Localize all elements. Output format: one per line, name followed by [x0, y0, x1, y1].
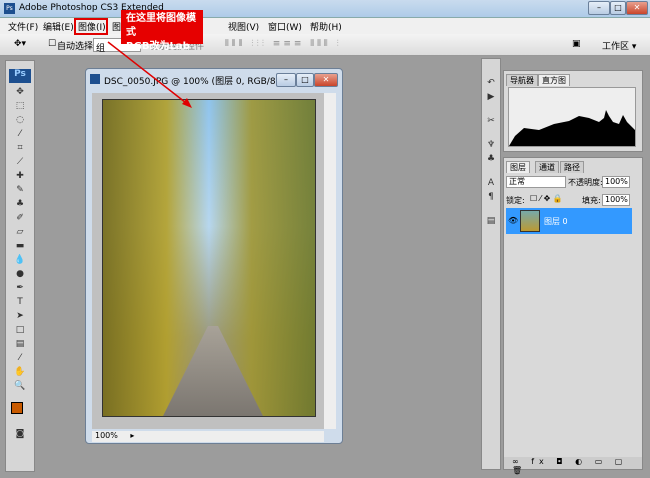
hand-tool-icon[interactable]: ✋: [12, 366, 28, 378]
zoom-tool-icon[interactable]: 🔍: [12, 380, 28, 392]
options-bar: ✥▾ ☐ 自动选择: 组 显示变换控件 ⫴⫴⫴ ⫶⫶⫶ ≡≡≡ ⫴⫴⫴ ⫶ ▣ …: [0, 34, 650, 56]
eraser-tool-icon[interactable]: ▱: [12, 226, 28, 238]
fill-label: 填充:: [582, 196, 601, 205]
move-tool-icon[interactable]: ✥▾: [14, 39, 26, 49]
opacity-field[interactable]: 100%: [602, 176, 630, 188]
fill-field[interactable]: 100%: [602, 194, 630, 206]
tab-navigator[interactable]: 导航器: [506, 74, 538, 86]
tab-paths[interactable]: 路径: [560, 161, 584, 173]
clone-source-icon[interactable]: ♣: [483, 153, 499, 165]
move-tool-icon[interactable]: ✥: [12, 86, 28, 98]
menu-file[interactable]: 文件(F): [8, 20, 38, 33]
title-bar: Ps Adobe Photoshop CS3 Extended – □ ✕: [0, 0, 650, 18]
color-swatches[interactable]: [6, 400, 34, 426]
canvas-area[interactable]: [92, 93, 324, 429]
layer-comps-icon[interactable]: ▤: [483, 215, 499, 227]
maximize-button[interactable]: □: [610, 1, 626, 15]
menu-layer[interactable]: 图: [112, 20, 121, 33]
callout-line-2: RGB改为Lab: [126, 41, 190, 52]
group-value: 组: [96, 44, 106, 54]
bridge-icon[interactable]: ▣: [572, 39, 581, 49]
tab-histogram[interactable]: 直方图: [538, 74, 570, 86]
workspace-button[interactable]: 工作区 ▾: [602, 39, 636, 52]
path-select-icon[interactable]: ➤: [12, 310, 28, 322]
layer-name[interactable]: 图层 0: [544, 216, 568, 227]
brush-tool-icon[interactable]: ✎: [12, 184, 28, 196]
dodge-tool-icon[interactable]: ●: [12, 268, 28, 280]
blend-mode-value: 正常: [509, 177, 525, 186]
paragraph-icon[interactable]: ¶: [483, 191, 499, 203]
histogram-panel: 导航器 直方图: [503, 70, 643, 152]
ps-app-icon: Ps: [4, 3, 15, 14]
panel-icon-strip: ↶ ▶ ✂ ♆ ♣ A ¶ ▤: [481, 58, 501, 470]
actions-icon[interactable]: ▶: [483, 91, 499, 103]
document-title: DSC_0050.JPG @ 100% (图层 0, RGB/8): [104, 77, 280, 87]
layers-panel: 图层 通道 路径 正常 不透明度: 100% 锁定: ☐ ⁄ ✥ 🔒 填充: 1…: [503, 157, 643, 475]
tab-layers[interactable]: 图层: [506, 161, 530, 173]
status-menu-icon[interactable]: ▸: [130, 431, 134, 440]
callout-line-1: 在这里将图像模式: [126, 13, 196, 38]
clone-stamp-icon[interactable]: ♣: [12, 198, 28, 210]
status-bar: 100% ▸: [92, 431, 324, 442]
menu-view[interactable]: 视图(V): [228, 20, 259, 33]
menu-edit[interactable]: 编辑(E): [43, 20, 74, 33]
layers-footer-buttons[interactable]: ∞ fx ◘ ◐ ▭ ▢ 🗑: [504, 457, 642, 475]
histogram-shape: [509, 110, 635, 146]
pen-tool-icon[interactable]: ✒: [12, 282, 28, 294]
tool-presets-icon[interactable]: ✂: [483, 115, 499, 127]
close-button[interactable]: ✕: [626, 1, 648, 15]
zoom-level[interactable]: 100%: [92, 431, 118, 440]
shape-tool-icon[interactable]: □: [12, 324, 28, 336]
annotation-callout: 在这里将图像模式 RGB改为Lab: [121, 10, 203, 52]
magic-wand-icon[interactable]: ⁄: [12, 128, 28, 140]
healing-brush-icon[interactable]: ✚: [12, 170, 28, 182]
lasso-tool-icon[interactable]: ◌: [12, 114, 28, 126]
doc-minimize-button[interactable]: –: [276, 73, 296, 87]
marquee-tool-icon[interactable]: ⬚: [12, 100, 28, 112]
character-icon[interactable]: A: [483, 177, 499, 189]
image-menu-highlight: [74, 18, 108, 35]
crop-tool-icon[interactable]: ⌗: [12, 142, 28, 154]
doc-maximize-button[interactable]: □: [296, 73, 314, 87]
type-tool-icon[interactable]: T: [12, 296, 28, 308]
auto-select-label: 自动选择:: [57, 42, 97, 52]
lock-label: 锁定:: [506, 196, 525, 205]
brushes-icon[interactable]: ♆: [483, 139, 499, 151]
visibility-eye-icon[interactable]: 👁: [508, 216, 518, 225]
doc-close-button[interactable]: ✕: [314, 73, 338, 87]
road: [163, 326, 263, 416]
blur-tool-icon[interactable]: 💧: [12, 254, 28, 266]
layer-thumbnail: [520, 210, 540, 232]
eyedropper-icon[interactable]: ⁄: [12, 352, 28, 364]
lock-icons[interactable]: ☐ ⁄ ✥ 🔒: [530, 194, 563, 203]
menu-help[interactable]: 帮助(H): [310, 20, 342, 33]
align-buttons[interactable]: ⫴⫴⫴ ⫶⫶⫶ ≡≡≡ ⫴⫴⫴ ⫶: [225, 39, 342, 49]
ps-logo: Ps: [9, 69, 31, 83]
quick-mask-icon[interactable]: ◙: [12, 428, 28, 440]
history-brush-icon[interactable]: ✐: [12, 212, 28, 224]
layer-row[interactable]: 👁 图层 0: [506, 208, 632, 234]
document-window: DSC_0050.JPG @ 100% (图层 0, RGB/8) – □ ✕ …: [85, 68, 343, 444]
blend-mode-dropdown[interactable]: 正常: [506, 176, 566, 188]
minimize-button[interactable]: –: [588, 1, 610, 15]
photo-tree-lined-road: [102, 99, 316, 417]
tab-channels[interactable]: 通道: [535, 161, 559, 173]
notes-tool-icon[interactable]: ▤: [12, 338, 28, 350]
slice-tool-icon[interactable]: ⟋: [12, 156, 28, 168]
gradient-tool-icon[interactable]: ▬: [12, 240, 28, 252]
menu-window[interactable]: 窗口(W): [268, 20, 302, 33]
toolbox: Ps ✥ ⬚ ◌ ⁄ ⌗ ⟋ ✚ ✎ ♣ ✐ ▱ ▬ 💧 ● ✒ T ➤ □ ▤…: [5, 60, 35, 472]
opacity-label: 不透明度:: [568, 178, 603, 187]
vertical-scrollbar[interactable]: [324, 93, 336, 429]
doc-icon: [90, 74, 100, 84]
foreground-color[interactable]: [11, 402, 23, 414]
auto-select-checkbox[interactable]: ☐: [48, 39, 56, 49]
histogram-graph: [508, 87, 636, 147]
history-icon[interactable]: ↶: [483, 77, 499, 89]
